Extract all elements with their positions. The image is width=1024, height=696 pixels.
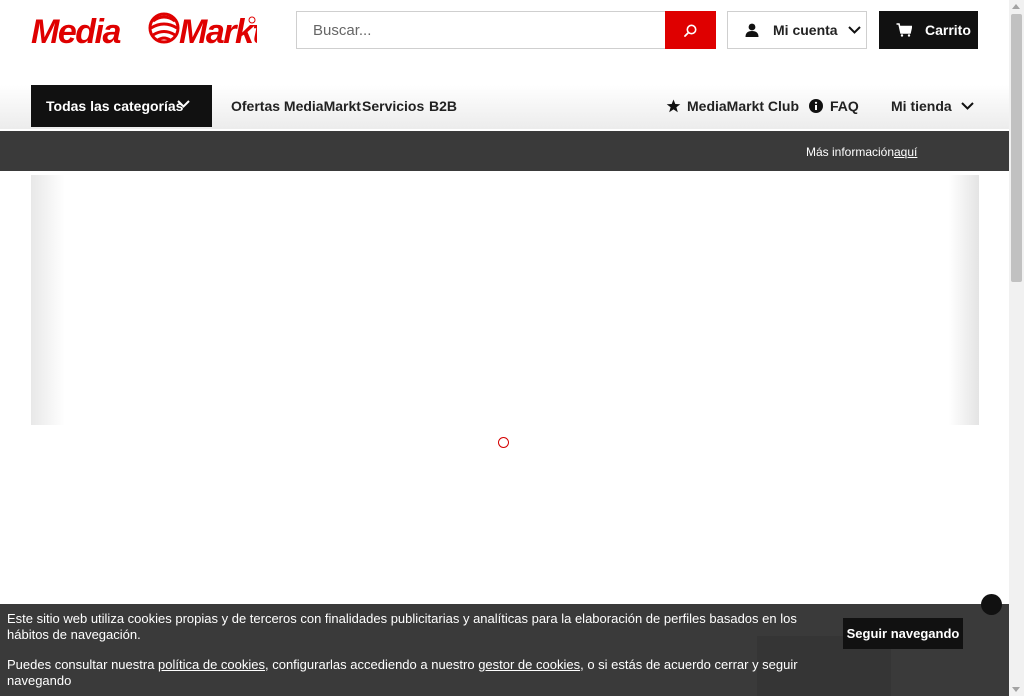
main-nav: Todas las categorías Ofertas MediaMarkt … [0, 85, 1009, 129]
scroll-down-arrow[interactable] [1012, 687, 1020, 692]
cart-icon [896, 23, 912, 37]
banner-left-shadow [31, 175, 65, 425]
cookie-manager-link[interactable]: gestor de cookies [478, 657, 580, 672]
cookie-policy-link[interactable]: política de cookies [158, 657, 265, 672]
info-bar: Más información aquí [0, 131, 1009, 171]
cookie-text-pre: Puedes consultar nuestra [7, 657, 159, 672]
cookie-banner: Este sitio web utiliza cookies propias y… [0, 604, 1009, 696]
search-icon [684, 24, 697, 37]
search-button[interactable] [665, 11, 716, 49]
loading-spinner [498, 437, 509, 448]
nav-link-ofertas[interactable]: Ofertas MediaMarkt [231, 98, 361, 114]
scrollbar-thumb[interactable] [1011, 14, 1022, 282]
continue-browsing-button[interactable]: Seguir navegando [843, 618, 963, 649]
hero-banner-placeholder [31, 175, 979, 425]
search-box [296, 11, 666, 49]
mediamarkt-logo[interactable]: Media Markt [31, 12, 267, 51]
page: Media Markt Mi cuenta [0, 0, 1009, 696]
club-label: MediaMarkt Club [687, 98, 800, 114]
user-icon [745, 23, 759, 37]
account-button[interactable]: Mi cuenta [727, 11, 867, 49]
info-icon [809, 99, 823, 113]
faq-link[interactable]: FAQ [809, 98, 859, 114]
star-icon [666, 99, 681, 113]
chevron-down-icon [847, 26, 861, 34]
chevron-down-icon [960, 102, 974, 110]
nav-link-b2b[interactable]: B2B [429, 98, 457, 114]
my-store-dropdown[interactable]: Mi tienda [891, 98, 974, 114]
page-scrollbar[interactable] [1009, 0, 1024, 696]
my-store-label: Mi tienda [891, 98, 952, 114]
scroll-up-arrow[interactable] [1012, 4, 1020, 9]
faq-label: FAQ [830, 98, 859, 114]
mediamarkt-club-link[interactable]: MediaMarkt Club [666, 98, 799, 114]
info-text: Más información [806, 145, 895, 159]
all-categories-label: Todas las categorías [46, 98, 184, 114]
svg-text:Markt: Markt [179, 13, 257, 48]
account-label: Mi cuenta [773, 22, 838, 38]
banner-right-shadow [949, 175, 979, 425]
search-input[interactable] [297, 12, 666, 48]
cart-button[interactable]: Carrito [879, 11, 978, 49]
cookie-policy-text: Puedes consultar nuestra política de coo… [7, 657, 807, 689]
nav-link-servicios[interactable]: Servicios [362, 98, 424, 114]
svg-text:Media: Media [31, 13, 120, 48]
cookie-close-button[interactable] [981, 594, 1002, 615]
cookie-text-mid: , configurarlas accediendo a nuestro [265, 657, 479, 672]
chevron-down-icon [177, 100, 190, 108]
cookie-notice-text: Este sitio web utiliza cookies propias y… [7, 611, 797, 642]
cart-label: Carrito [925, 22, 971, 38]
all-categories-button[interactable]: Todas las categorías [31, 85, 212, 127]
info-link[interactable]: aquí [894, 145, 917, 159]
